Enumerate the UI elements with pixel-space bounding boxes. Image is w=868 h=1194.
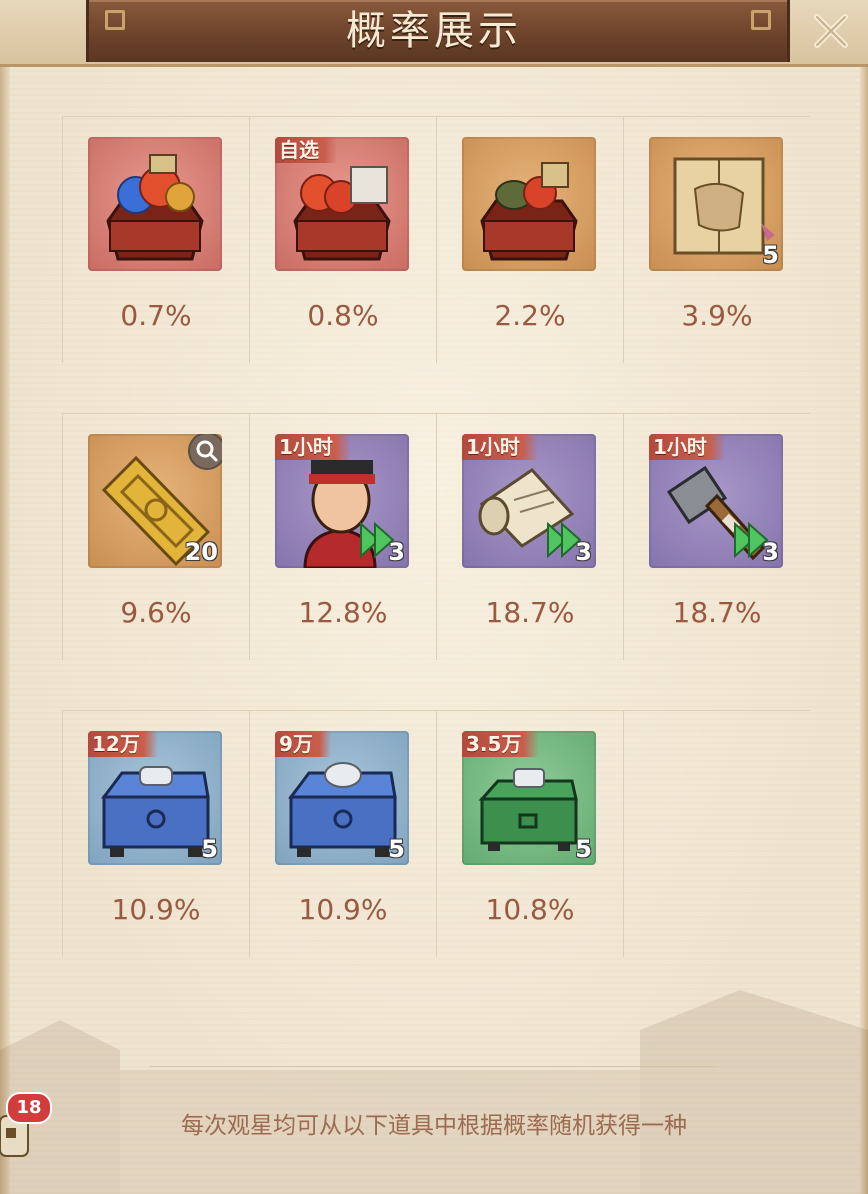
probability-label: 10.9% — [111, 893, 201, 926]
item-icon-frame: 12万 5 — [88, 731, 222, 865]
probability-label: 2.2% — [494, 299, 566, 332]
page-title: 概率展示 — [346, 8, 522, 54]
item-cell[interactable]: 20 9.6% — [62, 413, 249, 660]
item-count: 20 — [184, 538, 218, 566]
item-badge: 3.5万 — [462, 731, 540, 757]
probability-label: 10.9% — [298, 893, 388, 926]
item-count: 5 — [388, 835, 405, 863]
item-cell[interactable]: 9万 5 10.9% — [249, 710, 436, 957]
probability-label: 18.7% — [485, 596, 575, 629]
item-icon-frame: 3.5万 5 — [462, 731, 596, 865]
item-icon-frame — [462, 137, 596, 271]
item-icon-frame: 1小时 3 — [649, 434, 783, 568]
item-badge: 1小时 — [275, 434, 351, 460]
close-button[interactable] — [800, 4, 862, 58]
search-icon — [196, 440, 218, 462]
probability-label: 12.8% — [298, 596, 388, 629]
probability-label: 18.7% — [672, 596, 762, 629]
item-icon-frame: 9万 5 — [275, 731, 409, 865]
item-icon-frame: 5 — [649, 137, 783, 271]
item-cell[interactable]: 1小时 3 18.7% — [623, 413, 810, 660]
item-icon-frame: 自选 — [275, 137, 409, 271]
background-buildings — [0, 990, 868, 1194]
item-count: 3 — [388, 538, 405, 566]
item-count: 3 — [762, 538, 779, 566]
item-icon-frame: 1小时 3 — [462, 434, 596, 568]
probability-label: 3.9% — [681, 299, 753, 332]
probability-label: 10.8% — [485, 893, 575, 926]
close-icon — [814, 14, 848, 48]
item-cell[interactable]: 12万 5 10.9% — [62, 710, 249, 957]
footer-note: 每次观星均可从以下道具中根据概率随机获得一种 — [181, 1113, 687, 1139]
item-count: 3 — [575, 538, 592, 566]
item-cell[interactable]: 1小时 3 18.7% — [436, 413, 623, 660]
item-count: 5 — [575, 835, 592, 863]
item-badge: 自选 — [275, 137, 337, 163]
probability-panel: 概率展示 0.7% 自选 0.8% 2.2% 5 3.9% 20 9.6% 1小… — [0, 0, 868, 1194]
treasure-box-icon — [480, 162, 578, 261]
probability-label: 0.7% — [120, 299, 192, 332]
item-count: 5 — [762, 241, 779, 269]
empty-cell — [623, 710, 810, 957]
title-bar: 概率展示 — [0, 0, 868, 67]
probability-label: 9.6% — [120, 596, 192, 629]
item-cell[interactable]: 1小时 3 12.8% — [249, 413, 436, 660]
item-icon-frame — [88, 137, 222, 271]
item-cell[interactable]: 5 3.9% — [623, 116, 810, 363]
footer-divider — [150, 1066, 718, 1067]
item-badge: 1小时 — [462, 434, 538, 460]
treasure-box-gems-icon — [106, 154, 204, 261]
item-icon-frame: 1小时 3 — [275, 434, 409, 568]
item-badge: 9万 — [275, 731, 331, 757]
item-cell[interactable]: 2.2% — [436, 116, 623, 363]
item-cell[interactable]: 3.5万 5 10.8% — [436, 710, 623, 957]
item-grid: 0.7% 自选 0.8% 2.2% 5 3.9% 20 9.6% 1小时 3 1… — [62, 116, 810, 958]
item-count: 5 — [201, 835, 218, 863]
probability-label: 0.8% — [307, 299, 379, 332]
item-icon-frame: 20 — [88, 434, 222, 568]
magnify-button[interactable] — [188, 434, 222, 470]
notification-badge: 18 — [6, 1092, 52, 1124]
item-badge: 12万 — [88, 731, 158, 757]
item-cell[interactable]: 自选 0.8% — [249, 116, 436, 363]
item-badge: 1小时 — [649, 434, 725, 460]
item-cell[interactable]: 0.7% — [62, 116, 249, 363]
